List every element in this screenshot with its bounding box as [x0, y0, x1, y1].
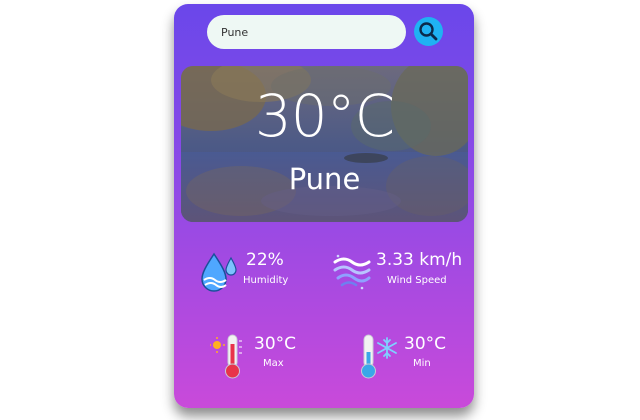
wind-value: 3.33 km/h: [376, 250, 463, 270]
search-bar: [207, 15, 443, 49]
current-temperature: 30°C: [254, 82, 395, 150]
current-weather-panel: 30°C Pune: [181, 66, 468, 222]
search-icon: [414, 17, 443, 46]
page: 30°C Pune 22% Humidity: [0, 0, 640, 420]
humidity-value: 22%: [246, 250, 284, 270]
humidity-icon: [200, 250, 238, 296]
max-temp-label: Max: [263, 358, 284, 369]
wind-icon: [332, 252, 372, 296]
humidity-label: Humidity: [243, 275, 289, 286]
search-button[interactable]: [414, 17, 443, 46]
wind-label: Wind Speed: [387, 275, 447, 286]
min-temp-value: 30°C: [404, 334, 447, 354]
min-temp-label: Min: [413, 358, 431, 369]
weather-card: 30°C Pune 22% Humidity: [174, 4, 474, 408]
wind-stat: 3.33 km/h Wind Speed: [332, 250, 472, 294]
min-temp-stat: 30°C Min: [360, 332, 460, 382]
city-name: Pune: [288, 162, 361, 196]
search-input[interactable]: [207, 15, 406, 49]
hot-thermometer-icon: [209, 332, 246, 384]
max-temp-value: 30°C: [254, 334, 297, 354]
cold-thermometer-icon: [360, 332, 400, 384]
humidity-stat: 22% Humidity: [200, 250, 320, 294]
max-temp-stat: 30°C Max: [209, 332, 310, 384]
